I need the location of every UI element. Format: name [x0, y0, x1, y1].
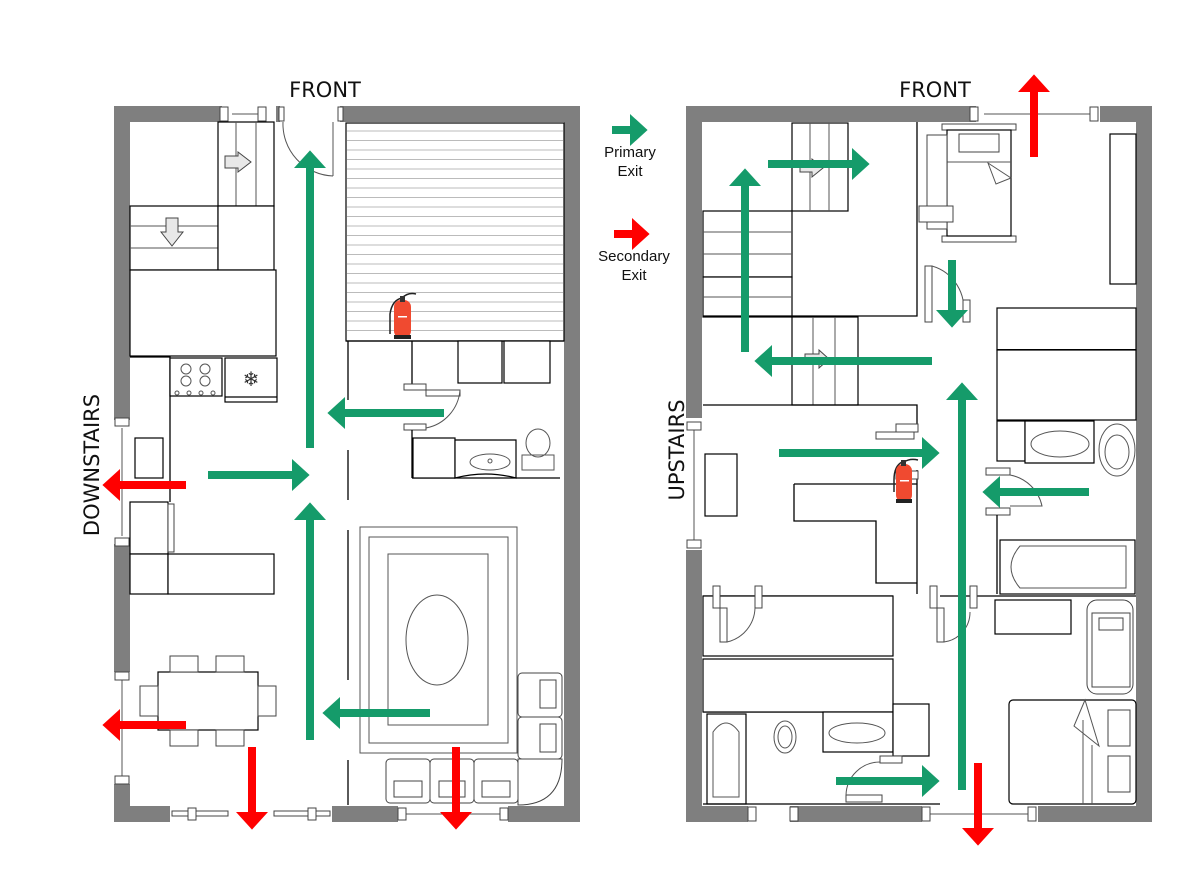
- front-label: FRONT: [289, 78, 361, 102]
- legend-primary-line1: Primary: [604, 144, 656, 161]
- front-wall: [114, 106, 580, 122]
- sofa: [385, 672, 563, 806]
- legend-secondary-line1: Secondary: [598, 248, 670, 265]
- downstairs-plan: ❄ FRONT DOWNSTAIRS: [80, 78, 580, 830]
- kitchen-sink: [134, 437, 164, 479]
- front-label: FRONT: [899, 78, 971, 102]
- legend-secondary: Secondary Exit: [598, 218, 670, 284]
- legend: Primary Exit Secondary Exit: [598, 114, 670, 284]
- bathroom: [985, 307, 1137, 595]
- fire-extinguisher-icon: [893, 458, 919, 503]
- upstairs-plan: FRONT UPSTAIRS: [665, 74, 1152, 846]
- stairs: [129, 121, 277, 357]
- washing-machine: [412, 437, 456, 479]
- right-wall: [564, 106, 580, 822]
- garage: [345, 122, 565, 342]
- oven: [129, 501, 169, 555]
- legend-primary: Primary Exit: [604, 114, 656, 180]
- dining-table: [139, 655, 277, 747]
- study: [703, 404, 919, 594]
- utility-bathroom: [347, 340, 560, 500]
- dresser: [892, 703, 930, 757]
- bathtub: [999, 539, 1136, 595]
- snowflake-icon: ❄: [243, 367, 260, 391]
- toilet: [521, 428, 555, 471]
- evacuation-plan: ❄ FRONT DOWNSTAIRS Primary Exit Secondar…: [80, 74, 1152, 846]
- legend-primary-line2: Exit: [617, 163, 643, 180]
- sink: [454, 439, 517, 479]
- front-door: [280, 106, 340, 122]
- ensuite: [702, 585, 978, 805]
- wardrobe: [1109, 133, 1137, 285]
- floor-label: UPSTAIRS: [665, 399, 689, 500]
- counter: [167, 553, 275, 595]
- legend-secondary-line2: Exit: [621, 267, 647, 284]
- floor-label: DOWNSTAIRS: [80, 394, 104, 536]
- right-wall: [1136, 106, 1152, 822]
- desk: [994, 599, 1072, 635]
- cabinet: [704, 453, 738, 517]
- sink: [822, 711, 894, 753]
- toilet: [1098, 423, 1136, 477]
- kids-bedroom: [940, 595, 1137, 805]
- rug: [359, 526, 518, 754]
- stove: [169, 357, 223, 397]
